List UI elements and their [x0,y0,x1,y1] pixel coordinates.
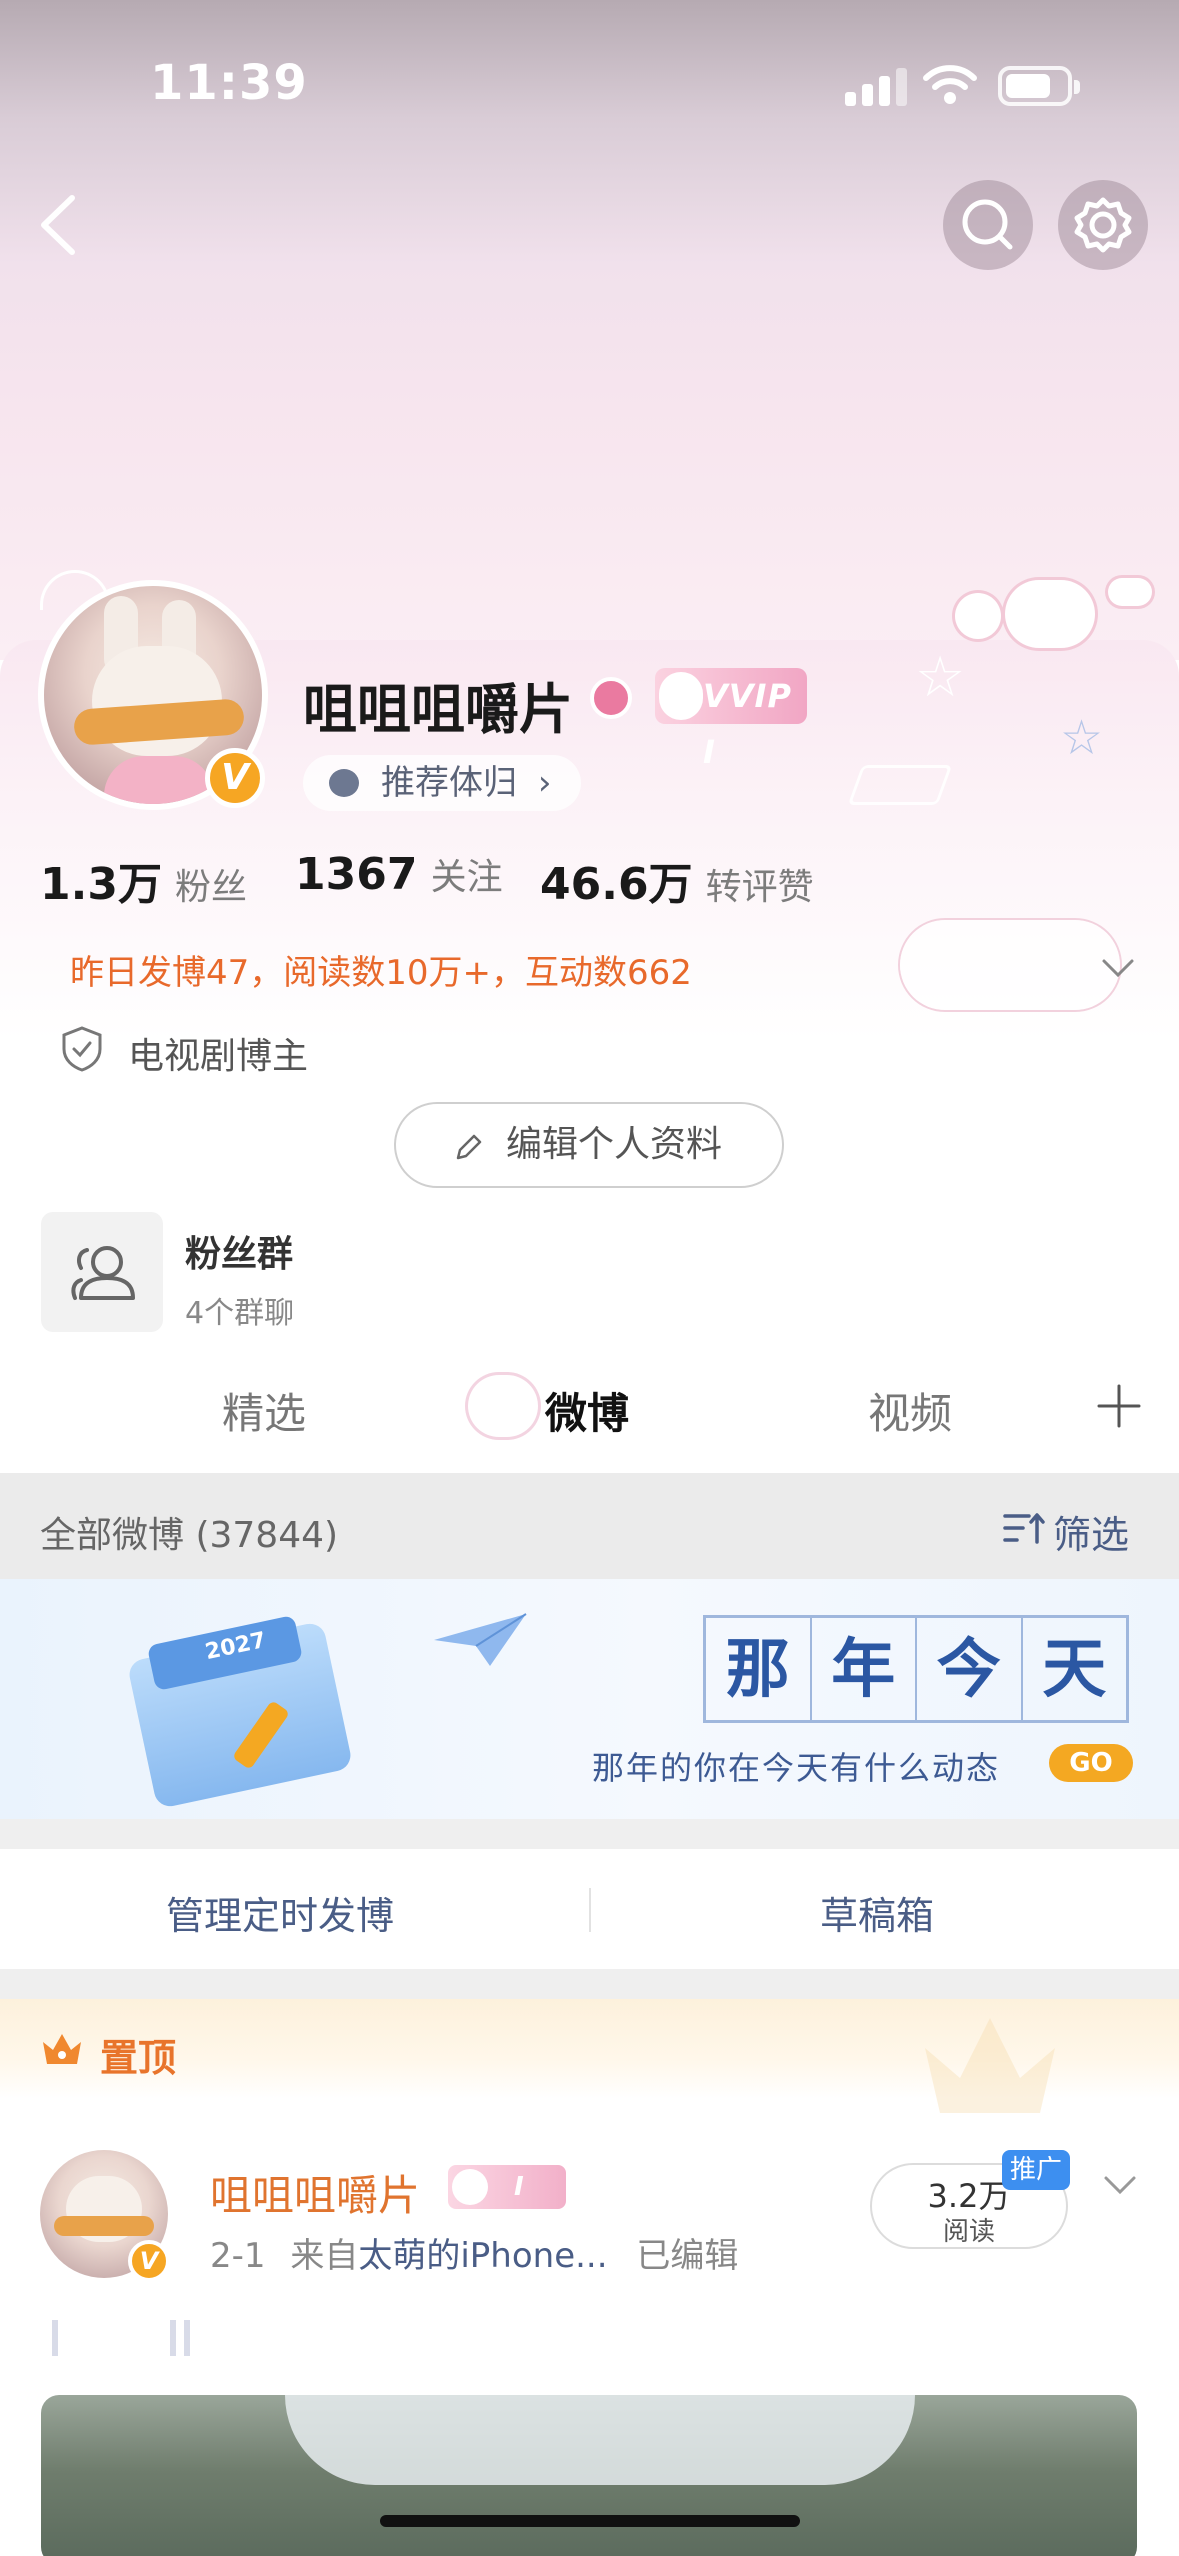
recommend-tag-pill[interactable]: 推荐体归 › [303,755,581,811]
verified-badge-icon: V [128,2240,170,2282]
pencil-icon [456,1134,482,1160]
section-divider [0,1819,1179,1849]
search-button[interactable] [943,180,1033,270]
back-button[interactable] [28,190,88,260]
on-this-day-title: 那 年 今 天 [703,1615,1129,1723]
bunny-icon [659,672,703,720]
stat-followers[interactable]: 1.3万 粉丝 [40,848,247,912]
chevron-down-icon [1102,959,1134,978]
stat-value: 1367 [295,849,418,900]
stat-value: 46.6万 [540,859,693,910]
section-divider [0,1969,1179,1999]
fan-group-title[interactable]: 粉丝群 [185,1225,293,1277]
go-button[interactable]: GO [1049,1744,1133,1782]
chat-bubble-icon [329,769,359,797]
title-char: 那 [706,1618,812,1720]
activity-summary[interactable]: 昨日发博47，阅读数10万+，互动数662 [70,945,692,994]
bunny-icon [468,1375,538,1437]
star-decoration: ☆ [1060,710,1104,766]
stat-label: 粉丝 [175,867,248,908]
edit-profile-label: 编辑个人资料 [506,1124,723,1165]
paper-plane-icon [434,1613,527,1666]
plus-icon [1097,1384,1141,1428]
post-date: 2-1 [210,2236,266,2276]
battery-icon [998,66,1080,106]
title-char: 年 [812,1618,917,1720]
star-decoration: ☆ [915,645,966,710]
stat-label: 转评赞 [705,867,814,908]
all-posts-count: 全部微博 (37844) [40,1515,339,1556]
stat-label: 关注 [430,857,503,898]
read-label: 阅读 [942,2217,995,2247]
banner-caption: 那年的你在今天有什么动态 [592,1749,1001,1787]
post-meta: 2-1 来自太萌的iPhone... 已编辑 [210,2228,738,2277]
category-label: 电视剧博主 [128,1036,309,1077]
title-char: 天 [1042,1632,1107,1707]
tab-featured[interactable]: 精选 [222,1380,306,1441]
stat-following[interactable]: 1367 关注 [295,848,503,900]
filter-icon [1003,1513,1045,1544]
tab-weibo[interactable]: 微博 [545,1380,629,1441]
crown-decoration [925,2018,1055,2113]
tab-video[interactable]: 视频 [868,1380,952,1441]
divider [589,1888,591,1932]
drafts-button[interactable]: 草稿箱 [820,1885,934,1940]
filter-button[interactable]: 筛选 [1003,1504,1129,1559]
shield-check-icon [60,1025,104,1073]
heart-decoration [1108,578,1152,606]
umbrella-image-detail [285,2395,915,2485]
vvip-badge[interactable]: VVIP I [655,668,807,771]
pinned-label: 置顶 [100,2036,177,2080]
scheduled-posts-button[interactable]: 管理定时发博 [166,1885,394,1940]
paper-plane-decoration [847,765,953,805]
bunny-icon [452,2169,488,2205]
fan-group-subtitle: 4个群聊 [185,1296,295,1331]
verified-badge-icon: V [205,748,265,808]
post-from-prefix: 来自 [290,2236,359,2276]
post-source[interactable]: 太萌的iPhone... [358,2236,607,2276]
home-indicator[interactable] [380,2515,800,2527]
add-tab-button[interactable] [1095,1382,1143,1430]
post-edited: 已编辑 [636,2236,739,2276]
recommend-tag-label: 推荐体归 [381,763,517,803]
chevron-right-icon: › [537,763,552,803]
bunny-pair-decoration [900,920,1120,1010]
users-icon [71,1246,135,1300]
profile-username: 咀咀咀嚼片 [303,678,573,741]
status-time: 11:39 [150,55,308,111]
expand-button[interactable] [1100,950,1136,986]
settings-button[interactable] [1058,180,1148,270]
super-topic-icon[interactable] [590,677,632,719]
title-char: 今 [917,1618,1023,1720]
crown-icon [43,2034,81,2064]
post-menu-button[interactable] [1100,2165,1140,2205]
filter-label: 筛选 [1053,1513,1130,1557]
edit-profile-button[interactable]: 编辑个人资料 [394,1102,784,1188]
cloud-decoration [955,593,1001,639]
chevron-left-icon [41,195,75,255]
promote-tag[interactable]: 推广 [1002,2150,1070,2190]
gear-icon [1074,197,1132,253]
wifi-icon [922,62,978,106]
chevron-down-icon [1104,2176,1136,2195]
search-icon [962,199,1013,250]
stat-interactions[interactable]: 46.6万 转评赞 [540,848,814,912]
bunny-decoration [1005,580,1095,648]
member-badge: I [448,2165,566,2209]
fan-group-button[interactable] [41,1212,163,1332]
post-author-name[interactable]: 咀咀咀嚼片 [210,2162,420,2223]
stat-value: 1.3万 [40,859,162,910]
cellular-signal-icon [845,66,907,106]
member-badge-label: I [514,2172,524,2202]
post-text [52,2320,212,2360]
